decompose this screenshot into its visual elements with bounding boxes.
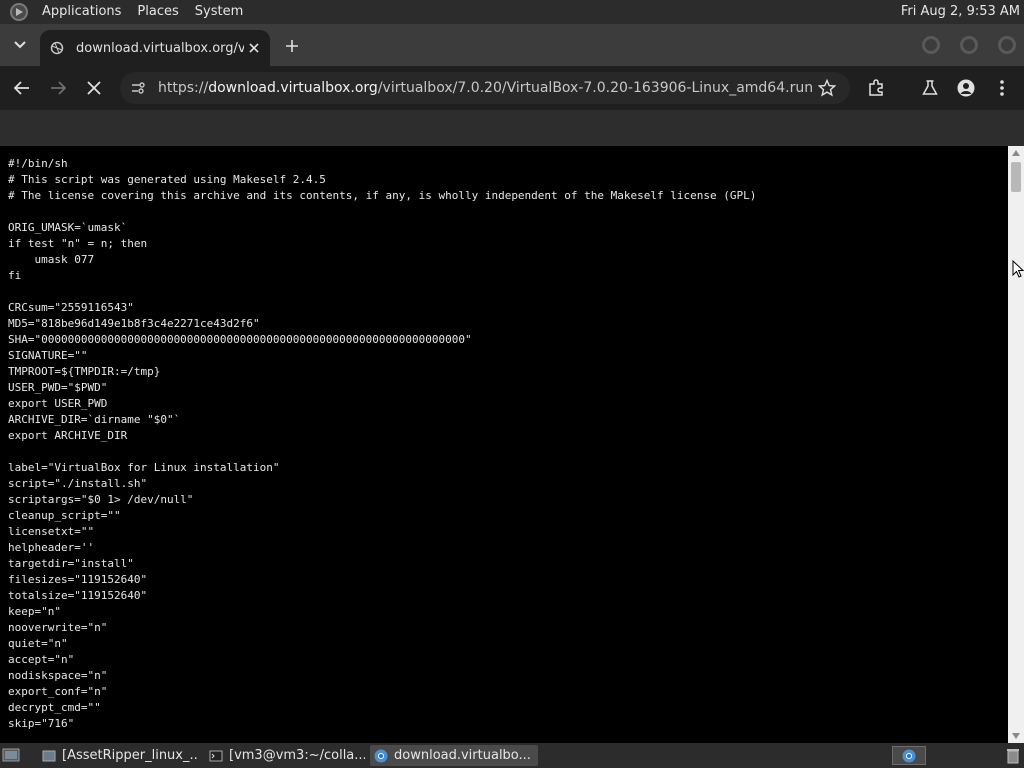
- profile-button[interactable]: [954, 76, 978, 100]
- source-line: licensetxt="": [8, 525, 95, 538]
- tab-close-button[interactable]: [246, 40, 262, 56]
- taskbar-item-label: download.virtualbo...: [394, 748, 531, 763]
- url-scheme: https://: [158, 80, 209, 96]
- system-menu[interactable]: System: [187, 0, 251, 24]
- source-line: export USER_PWD: [8, 397, 108, 410]
- url-host: download.virtualbox.org: [208, 80, 378, 96]
- plus-icon: [286, 40, 298, 52]
- source-line: #!/bin/sh: [8, 157, 68, 170]
- panel-menu-bar: Applications Places System: [0, 0, 251, 24]
- source-line: ARCHIVE_DIR=`dirname "$0"`: [8, 413, 181, 426]
- tab-search-button[interactable]: [8, 32, 32, 58]
- arrow-left-icon: [14, 81, 29, 95]
- source-line: # This script was generated using Makese…: [8, 173, 326, 186]
- avatar-icon: [957, 79, 975, 97]
- source-line: SHA="00000000000000000000000000000000000…: [8, 333, 472, 346]
- scroll-up-icon[interactable]: [1012, 150, 1020, 156]
- applications-menu[interactable]: Applications: [34, 0, 129, 24]
- chevron-down-icon: [14, 41, 26, 49]
- source-line: if test "n" = n; then: [8, 237, 148, 250]
- browser-toolbar: https://download.virtualbox.org/virtualb…: [0, 66, 1024, 110]
- page-content: #!/bin/sh # This script was generated us…: [0, 146, 1008, 743]
- source-line: SIGNATURE="": [8, 349, 88, 362]
- bookmark-star-icon[interactable]: [818, 79, 836, 97]
- close-window-button[interactable]: [998, 36, 1016, 54]
- minimize-button[interactable]: [922, 36, 940, 54]
- clock[interactable]: Fri Aug 2, 9:53 AM: [901, 0, 1020, 24]
- extensions-button[interactable]: [864, 76, 888, 100]
- source-line: # The license covering this archive and …: [8, 189, 757, 202]
- source-line: nodiskspace="n": [8, 669, 108, 682]
- scroll-down-icon[interactable]: [1012, 733, 1020, 739]
- source-line: quiet="n": [8, 637, 68, 650]
- source-line: export ARCHIVE_DIR: [8, 429, 128, 442]
- source-line: ORIG_UMASK=`umask`: [8, 221, 128, 234]
- source-line: accept="n": [8, 653, 75, 666]
- forward-button[interactable]: [46, 76, 70, 100]
- source-line: fi: [8, 269, 22, 282]
- source-line: MD5="818be96d149e1b8f3c4e2271ce43d2f6": [8, 317, 260, 330]
- taskbar-item-chrome[interactable]: download.virtualbo...: [370, 745, 538, 766]
- globe-icon: [50, 41, 64, 55]
- source-line: umask 077: [34, 253, 95, 266]
- source-line: helpheader='': [8, 541, 95, 554]
- flask-icon: [922, 80, 938, 95]
- source-line: CRCsum="2559116543": [8, 301, 134, 314]
- source-line: nooverwrite="n": [8, 621, 108, 634]
- back-button[interactable]: [10, 76, 34, 100]
- taskbar: [AssetRipper_linux_... [vm3@vm3:~/colla.…: [0, 743, 1024, 768]
- chrome-icon: [374, 749, 388, 762]
- taskbar-item-label: [AssetRipper_linux_...: [62, 748, 198, 763]
- taskbar-item-label: [vm3@vm3:~/colla...: [229, 748, 365, 763]
- source-line: USER_PWD="$PWD": [8, 381, 108, 394]
- folder-window-icon: [42, 750, 56, 761]
- plain-text-source: #!/bin/sh # This script was generated us…: [0, 146, 1008, 732]
- close-icon: [87, 81, 101, 95]
- vertical-scrollbar[interactable]: [1008, 146, 1024, 743]
- puzzle-icon: [869, 79, 883, 96]
- terminal-icon: [209, 750, 223, 761]
- source-line: filesizes="119152640": [8, 573, 148, 586]
- source-line: keep="n": [8, 605, 61, 618]
- address-bar[interactable]: https://download.virtualbox.org/virtualb…: [120, 72, 850, 104]
- workspace-switcher[interactable]: [892, 746, 926, 765]
- mouse-pointer-icon: [1012, 260, 1024, 278]
- arrow-right-icon: [51, 81, 66, 95]
- source-line: TMPROOT=${TMPDIR:=/tmp}: [8, 365, 161, 378]
- scrollbar-thumb[interactable]: [1011, 162, 1021, 192]
- source-line: script="./install.sh": [8, 477, 148, 490]
- source-line: scriptargs="$0 1> /dev/null": [8, 493, 194, 506]
- source-line: label="VirtualBox for Linux installation…: [8, 461, 280, 474]
- trash-icon[interactable]: [1006, 747, 1020, 764]
- tab-title: download.virtualbox.org/virtualbox/7.0.2…: [76, 40, 244, 56]
- browser-tab[interactable]: download.virtualbox.org/virtualbox/7.0.2…: [40, 30, 270, 66]
- url-path: /virtualbox/7.0.20/VirtualBox-7.0.20-163…: [377, 80, 814, 96]
- maximize-button[interactable]: [960, 36, 978, 54]
- labs-button[interactable]: [918, 76, 942, 100]
- source-line: totalsize="119152640": [8, 589, 148, 602]
- new-tab-button[interactable]: [282, 36, 302, 56]
- show-desktop-icon[interactable]: [2, 747, 20, 764]
- address-url: https://download.virtualbox.org/virtualb…: [158, 80, 813, 96]
- chrome-icon: [902, 749, 916, 762]
- source-line: targetdir="install": [8, 557, 134, 570]
- menu-button[interactable]: [990, 76, 1014, 100]
- close-icon: [249, 43, 259, 53]
- tab-strip: download.virtualbox.org/virtualbox/7.0.2…: [0, 24, 1024, 66]
- taskbar-item-assetripper[interactable]: [AssetRipper_linux_...: [38, 745, 198, 766]
- source-line: cleanup_script="": [8, 509, 121, 522]
- places-menu[interactable]: Places: [129, 0, 186, 24]
- source-line: decrypt_cmd="": [8, 701, 101, 714]
- top-panel: Applications Places System Fri Aug 2, 9:…: [0, 0, 1024, 24]
- bookmarks-bar: [0, 110, 1024, 146]
- app-menu-logo-icon[interactable]: [10, 3, 28, 21]
- more-vertical-icon: [1000, 80, 1004, 96]
- taskbar-item-terminal[interactable]: [vm3@vm3:~/colla...: [205, 745, 365, 766]
- site-settings-icon[interactable]: [130, 80, 146, 96]
- source-line: export_conf="n": [8, 685, 108, 698]
- source-line: skip="716": [8, 717, 75, 730]
- stop-loading-button[interactable]: [82, 76, 106, 100]
